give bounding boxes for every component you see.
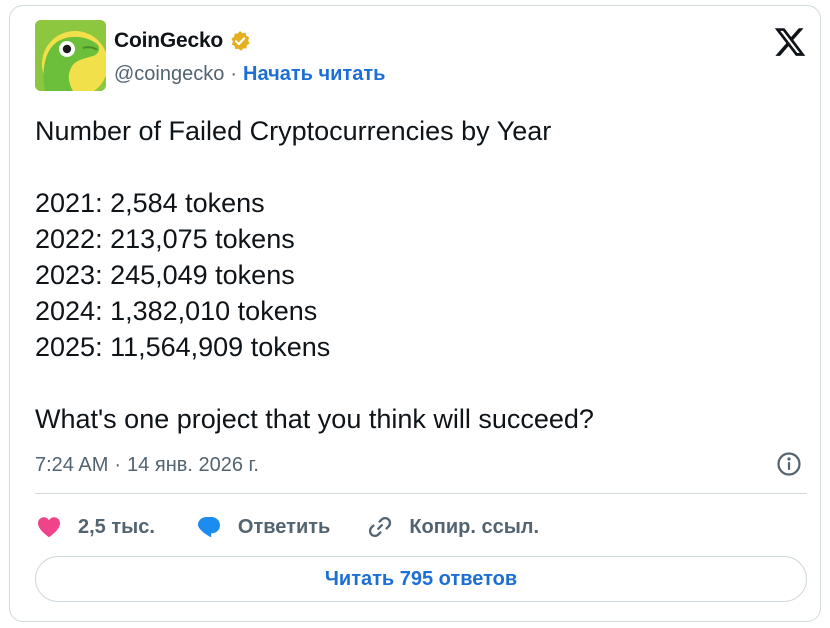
tweet-timestamp[interactable]: 7:24 AM · 14 янв. 2026 г. [35, 454, 259, 477]
coingecko-logo-icon [35, 20, 106, 91]
follow-link[interactable]: Начать читать [243, 63, 385, 86]
copy-link-button[interactable]: Копир. ссыл. [366, 513, 539, 541]
author-handle[interactable]: @coingecko [114, 63, 224, 86]
tweet-text: Number of Failed Cryptocurrencies by Yea… [35, 113, 795, 437]
divider [35, 493, 807, 494]
link-icon [366, 513, 394, 541]
tweet-line-2024: 2024: 1,382,010 tokens [35, 296, 318, 326]
tweet-line-2021: 2021: 2,584 tokens [35, 188, 265, 218]
like-button[interactable]: 2,5 тыс. [35, 513, 155, 541]
verified-badge-icon [229, 30, 251, 52]
heart-icon [35, 513, 63, 541]
info-icon[interactable] [775, 450, 803, 478]
handle-separator: · [230, 63, 238, 85]
author-display-name[interactable]: CoinGecko [114, 29, 223, 53]
tweet-line-title: Number of Failed Cryptocurrencies by Yea… [35, 116, 552, 146]
author-handle-row: @coingecko · Начать читать [114, 63, 385, 86]
tweet-time: 7:24 AM [35, 454, 109, 476]
tweet-line-2023: 2023: 245,049 tokens [35, 260, 295, 290]
tweet-line-2022: 2022: 213,075 tokens [35, 224, 295, 254]
author-name-row: CoinGecko [114, 28, 251, 54]
action-bar: 2,5 тыс. Ответить Копир. ссыл. [35, 509, 539, 545]
tweet-date: 14 янв. 2026 г. [127, 454, 259, 476]
copy-link-label: Копир. ссыл. [409, 515, 540, 538]
reply-label: Ответить [237, 515, 331, 538]
x-logo-icon[interactable] [773, 25, 807, 59]
tweet-line-question: What's one project that you think will s… [35, 404, 594, 434]
tweet-line-2025: 2025: 11,564,909 tokens [35, 332, 331, 362]
read-replies-button[interactable]: Читать 795 ответов [35, 556, 807, 602]
reply-button[interactable]: Ответить [195, 513, 330, 541]
reply-bubble-icon [195, 513, 223, 541]
avatar[interactable] [35, 20, 106, 91]
timestamp-separator: · [114, 454, 122, 476]
tweet-card: CoinGecko @coingecko · Начать читать Num… [9, 5, 821, 622]
like-count: 2,5 тыс. [78, 515, 155, 538]
